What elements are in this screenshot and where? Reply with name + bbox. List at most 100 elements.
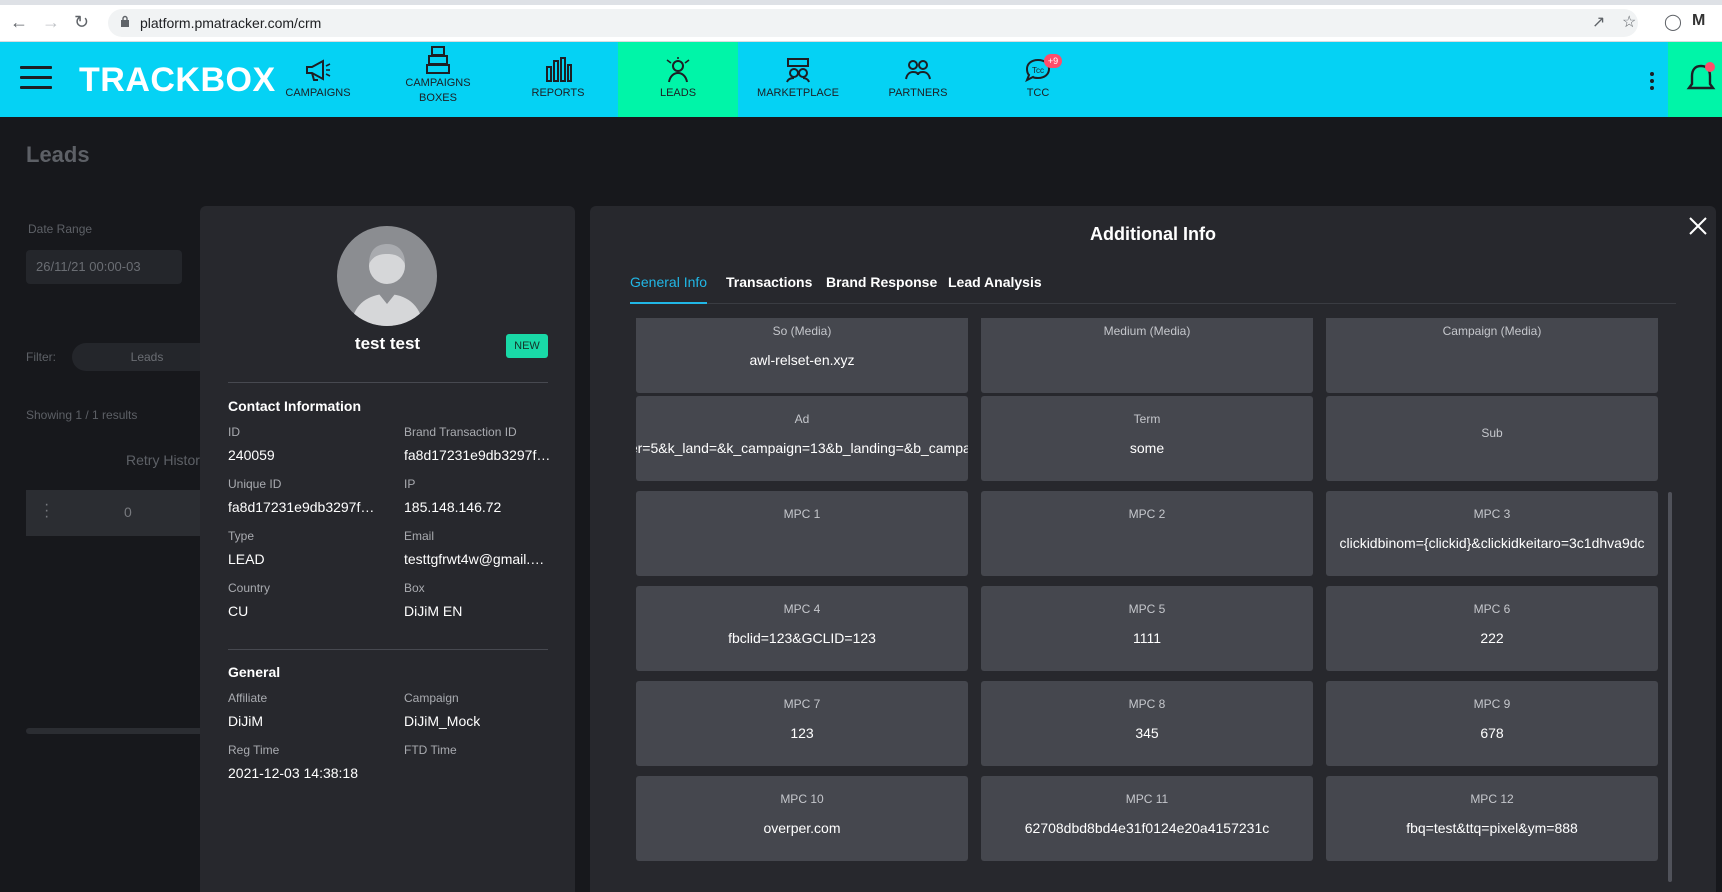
date-range-input[interactable]: 26/11/21 00:00-03 (26, 250, 182, 284)
nav-reports[interactable]: REPORTS (498, 42, 618, 117)
tab-transactions[interactable]: Transactions (726, 274, 812, 304)
hamburger-menu-icon[interactable] (20, 66, 52, 90)
unique-id-value: fa8d17231e9db3297f… (228, 499, 375, 515)
nav-label: CAMPAIGNS (285, 87, 351, 99)
status-badge: NEW (506, 334, 548, 358)
card-value: awl-relset-en.xyz (749, 352, 855, 368)
contact-info-title: Contact Information (228, 398, 361, 414)
card-value: overper.com (763, 820, 841, 836)
browser-chrome: ← → ↻ platform.pmatracker.com/crm ↗ ☆ ◯ … (0, 0, 1722, 42)
nav-label: REPORTS (531, 87, 585, 99)
vertical-scrollbar[interactable] (1668, 492, 1672, 882)
ftd-time-label: FTD Time (404, 743, 457, 757)
horizontal-scrollbar[interactable] (26, 728, 206, 734)
notifications-button[interactable] (1668, 42, 1722, 117)
app-header: TRACKBOX CAMPAIGNS CAMPAIGNS BOXES REPOR… (0, 42, 1722, 117)
nav-tcc[interactable]: Tcc +9 TCC (978, 42, 1098, 117)
card-title: MPC 5 (1128, 602, 1166, 616)
nav-leads[interactable]: LEADS (618, 42, 738, 117)
info-card-mpc-8: MPC 8 345 (981, 681, 1313, 766)
share-icon[interactable]: ↗ (1592, 12, 1605, 32)
date-range-label: Date Range (28, 222, 93, 236)
brand-transaction-id-value: fa8d17231e9db3297f… (404, 447, 551, 463)
type-label: Type (228, 529, 255, 543)
tcc-chat-icon: Tcc (978, 56, 1098, 84)
id-label: ID (228, 425, 240, 439)
globe-icon[interactable]: ◯ (1664, 12, 1682, 32)
info-card-mpc-2: MPC 2 (981, 491, 1313, 576)
card-title: MPC 6 (1473, 602, 1511, 616)
card-value: 345 (1135, 725, 1159, 741)
info-card-mpc-12: MPC 12 fbq=test&ttq=pixel&ym=888 (1326, 776, 1658, 861)
card-title: MPC 8 (1128, 697, 1166, 711)
table-row[interactable]: · · · 0 (26, 490, 206, 536)
nav-partners[interactable]: PARTNERS (858, 42, 978, 117)
bar-chart-icon (498, 56, 618, 84)
results-count: Showing 1 / 1 results (26, 408, 138, 422)
divider (228, 649, 548, 650)
info-card-mpc-1: MPC 1 (636, 491, 968, 576)
forward-icon[interactable]: → (42, 12, 60, 33)
email-value: testtgfrwt4w@gmail.… (404, 551, 545, 567)
info-card-ad: Ad offer=5&k_land=&k_campaign=13&b_landin… (636, 396, 968, 481)
nav-label: MARKETPLACE (757, 87, 839, 99)
card-title: MPC 11 (1125, 792, 1169, 806)
nav-label: PARTNERS (888, 87, 948, 99)
campaign-value: DiJiM_Mock (404, 713, 481, 729)
card-title: Term (1133, 412, 1161, 426)
back-icon[interactable]: ← (10, 12, 28, 33)
marketplace-icon (738, 56, 858, 84)
bell-icon (1686, 62, 1716, 90)
filter-label: Filter: (26, 350, 56, 364)
card-value: some (1129, 440, 1165, 456)
lead-profile-panel: test test NEW Contact Information ID 240… (200, 206, 575, 892)
card-value: 678 (1480, 725, 1504, 741)
card-value: 222 (1480, 630, 1504, 646)
affiliate-label: Affiliate (228, 691, 268, 705)
panel-title: Additional Info (1090, 224, 1216, 244)
bookmark-star-icon[interactable]: ☆ (1622, 12, 1636, 32)
card-value: offer=5&k_land=&k_campaign=13&b_landing=… (636, 440, 968, 456)
leads-icon (618, 56, 738, 84)
info-card-mpc-9: MPC 9 678 (1326, 681, 1658, 766)
row-menu-icon[interactable]: · · · (44, 497, 49, 525)
info-card-medium-media: Medium (Media) (981, 318, 1313, 393)
tab-brand-response[interactable]: Brand Response (826, 274, 937, 304)
reload-icon[interactable]: ↻ (74, 12, 89, 33)
notification-badge: +9 (1044, 54, 1062, 68)
card-title: MPC 9 (1473, 697, 1511, 711)
card-title: MPC 3 (1473, 507, 1511, 521)
nav-label: LEADS (659, 87, 697, 99)
card-value: clickidbinom={clickid}&clickidkeitaro=3c… (1339, 535, 1645, 551)
campaign-label: Campaign (404, 691, 459, 705)
card-title: Ad (794, 412, 810, 426)
reg-time-value: 2021-12-03 14:38:18 (228, 765, 358, 781)
page-title: Leads (26, 142, 90, 167)
boxes-icon (378, 46, 498, 74)
brand-logo[interactable]: TRACKBOX (79, 61, 276, 100)
card-value: 62708dbd8bd4e31f0124e20a4157231c (1024, 820, 1270, 836)
affiliate-value: DiJiM (228, 713, 263, 729)
tab-general-info[interactable]: General Info (630, 274, 708, 304)
card-value: 123 (790, 725, 814, 741)
close-icon[interactable] (1686, 214, 1710, 238)
url-text: platform.pmatracker.com/crm (140, 15, 322, 31)
nav-campaigns-boxes[interactable]: CAMPAIGNS BOXES (378, 42, 498, 117)
tab-bar: General Info Transactions Brand Response… (630, 268, 1676, 304)
more-options-icon[interactable] (1650, 72, 1656, 93)
additional-info-panel: Additional Info General Info Transaction… (590, 206, 1716, 892)
browser-tab-strip (0, 0, 1722, 5)
card-title: MPC 2 (1128, 507, 1166, 521)
country-label: Country (228, 581, 271, 595)
info-card-mpc-4: MPC 4 fbclid=123&GCLID=123 (636, 586, 968, 671)
nav-campaigns[interactable]: CAMPAIGNS (258, 42, 378, 117)
column-header-retry: Retry Histor (126, 452, 200, 468)
nav-marketplace[interactable]: MARKETPLACE (738, 42, 858, 117)
tab-lead-analysis[interactable]: Lead Analysis (948, 274, 1042, 304)
info-card-mpc-7: MPC 7 123 (636, 681, 968, 766)
card-title: MPC 12 (1470, 792, 1514, 806)
ip-value: 185.148.146.72 (404, 499, 502, 515)
address-bar[interactable]: platform.pmatracker.com/crm (108, 9, 1638, 37)
mail-extension-icon[interactable]: M (1692, 12, 1705, 30)
reg-time-label: Reg Time (228, 743, 280, 757)
